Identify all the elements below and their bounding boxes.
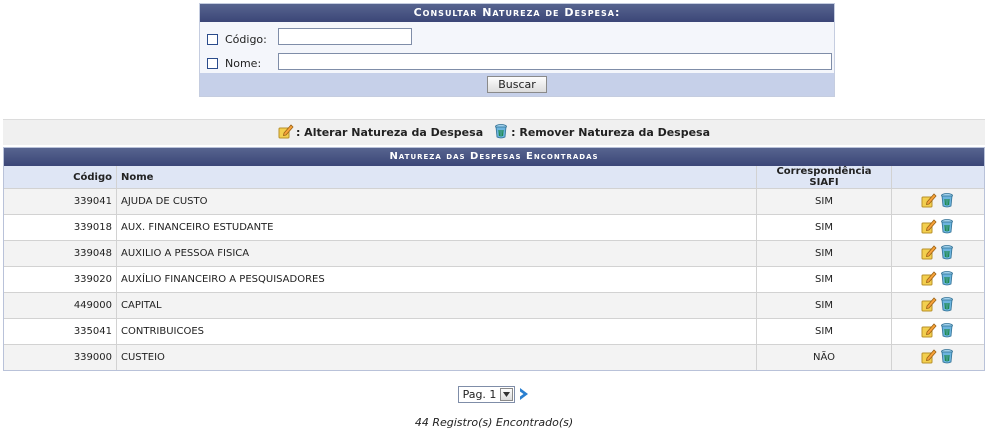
search-form: Consultar Natureza de Despesa: Código: N…: [199, 3, 835, 97]
record-count: 44 Registro(s) Encontrado(s): [414, 416, 574, 429]
code-label: Código:: [225, 32, 267, 46]
results-table: Código Nome Correspondência SIAFI 339041…: [4, 166, 984, 370]
row-code: 339020: [4, 266, 117, 293]
row-actions: [891, 318, 984, 345]
table-row: 339041 AJUDA DE CUSTO SIM: [4, 188, 984, 215]
row-name: AUXÍLIO FINANCEIRO A PESQUISADORES: [116, 266, 757, 293]
row-name: AUX. FINANCEIRO ESTUDANTE: [116, 214, 757, 241]
table-row: 339048 AUXILIO A PESSOA FISICA SIM: [4, 240, 984, 267]
trash-bin-icon[interactable]: [939, 192, 955, 211]
next-arrow-icon[interactable]: [518, 387, 530, 401]
row-name: CONTRIBUICOES: [116, 318, 757, 345]
edit-pencil-icon[interactable]: [921, 244, 937, 263]
trash-bin-icon[interactable]: [939, 296, 955, 315]
row-actions: [891, 188, 984, 215]
search-form-title: Consultar Natureza de Despesa:: [200, 4, 834, 22]
search-button[interactable]: Buscar: [487, 76, 547, 93]
row-name: CAPITAL: [116, 292, 757, 319]
name-filter-checkbox[interactable]: [207, 57, 218, 69]
table-row: 339018 AUX. FINANCEIRO ESTUDANTE SIM: [4, 214, 984, 241]
column-header-code: Código: [4, 166, 117, 189]
table-row: 335041 CONTRIBUICOES SIM: [4, 318, 984, 345]
row-siafi: SIM: [756, 292, 892, 319]
edit-pencil-icon: [278, 123, 296, 142]
name-input[interactable]: [278, 53, 832, 70]
pagination: Pag. 1: [0, 384, 988, 404]
trash-bin-icon: [493, 123, 511, 142]
row-code: 339041: [4, 188, 117, 215]
row-siafi: SIM: [756, 318, 892, 345]
row-siafi: SIM: [756, 240, 892, 267]
edit-pencil-icon[interactable]: [921, 322, 937, 341]
row-siafi: NÃO: [756, 344, 892, 370]
dropdown-arrow-icon[interactable]: [500, 387, 514, 401]
column-header-siafi: Correspondência SIAFI: [756, 166, 892, 189]
edit-pencil-icon[interactable]: [921, 270, 937, 289]
row-siafi: SIM: [756, 266, 892, 293]
table-row: 339000 CUSTEIO NÃO: [4, 344, 984, 370]
row-name: AJUDA DE CUSTO: [116, 188, 757, 215]
code-input[interactable]: [278, 28, 412, 45]
row-code: 339048: [4, 240, 117, 267]
edit-pencil-icon[interactable]: [921, 218, 937, 237]
code-filter-checkbox[interactable]: [207, 33, 218, 45]
actions-legend: : Alterar Natureza da Despesa : Remover …: [3, 119, 985, 145]
legend-remove: : Remover Natureza da Despesa: [493, 123, 710, 142]
trash-bin-icon[interactable]: [939, 322, 955, 341]
table-row: 339020 AUXÍLIO FINANCEIRO A PESQUISADORES…: [4, 266, 984, 293]
row-name: CUSTEIO: [116, 344, 757, 370]
row-code: 335041: [4, 318, 117, 345]
edit-pencil-icon[interactable]: [921, 348, 937, 367]
edit-pencil-icon[interactable]: [921, 296, 937, 315]
row-code: 339018: [4, 214, 117, 241]
legend-edit: : Alterar Natureza da Despesa: [278, 123, 483, 142]
name-filter-row: Nome:: [207, 54, 261, 72]
row-code: 449000: [4, 292, 117, 319]
row-actions: [891, 214, 984, 241]
row-actions: [891, 344, 984, 370]
column-header-name: Nome: [116, 166, 757, 189]
search-form-footer: Buscar: [200, 73, 834, 96]
table-row: 449000 CAPITAL SIM: [4, 292, 984, 319]
results-title: Natureza das Despesas Encontradas: [4, 148, 984, 166]
row-code: 339000: [4, 344, 117, 370]
row-actions: [891, 292, 984, 319]
page-select[interactable]: Pag. 1: [457, 385, 516, 403]
page-select-value: Pag. 1: [462, 387, 497, 401]
column-header-actions: [892, 166, 985, 189]
row-name: AUXILIO A PESSOA FISICA: [116, 240, 757, 267]
row-actions: [891, 266, 984, 293]
name-label: Nome:: [225, 56, 262, 70]
trash-bin-icon[interactable]: [939, 270, 955, 289]
edit-pencil-icon[interactable]: [921, 192, 937, 211]
results-table-panel: Natureza das Despesas Encontradas Código…: [3, 147, 985, 371]
row-siafi: SIM: [756, 188, 892, 215]
legend-edit-label: : Alterar Natureza da Despesa: [295, 126, 484, 139]
results-table-body: 339041 AJUDA DE CUSTO SIM 339018 AUX. FINANC…: [4, 188, 984, 370]
trash-bin-icon[interactable]: [939, 348, 955, 367]
legend-remove-label: : Remover Natureza da Despesa: [511, 126, 711, 139]
table-header-row: Código Nome Correspondência SIAFI: [4, 166, 984, 189]
code-filter-row: Código:: [207, 30, 267, 48]
row-actions: [891, 240, 984, 267]
trash-bin-icon[interactable]: [939, 244, 955, 263]
row-siafi: SIM: [756, 214, 892, 241]
trash-bin-icon[interactable]: [939, 218, 955, 237]
